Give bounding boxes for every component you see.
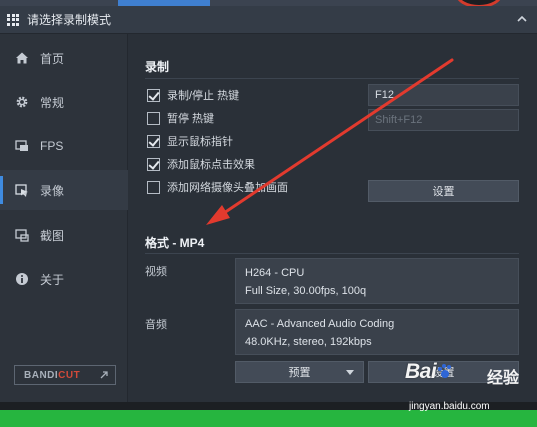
- watermark-logo: Bai: [405, 360, 454, 384]
- watermark-text: Bai: [405, 360, 437, 383]
- watermark-url: jingyan.baidu.com: [409, 401, 490, 412]
- watermark-text-cn: 经验: [487, 370, 520, 387]
- paw-icon: [438, 364, 452, 378]
- baidu-watermark: Bai 经验 jingyan.baidu.com: [405, 356, 535, 416]
